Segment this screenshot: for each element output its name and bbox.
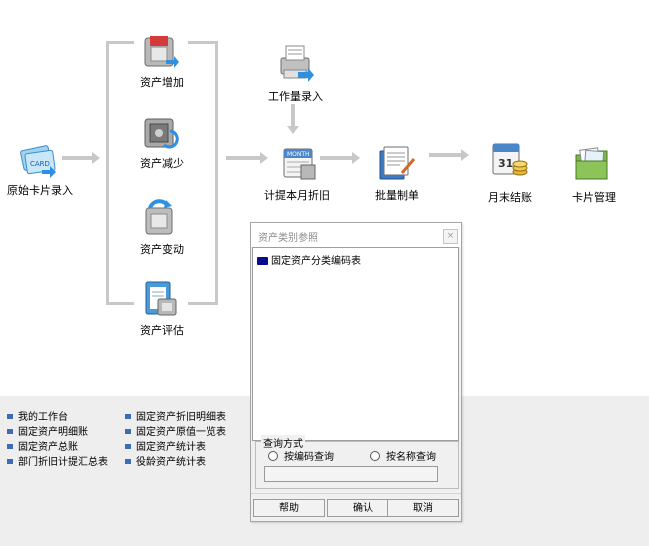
report-link-label: 固定资产明细账 bbox=[18, 427, 88, 438]
calendar-month-icon: MONTH bbox=[283, 148, 316, 180]
depreciation-icon[interactable]: MONTH bbox=[279, 143, 319, 183]
asset-change-icon[interactable] bbox=[140, 198, 180, 238]
card-manage-icon[interactable] bbox=[573, 143, 613, 183]
report-link-label: 固定资产总账 bbox=[18, 442, 78, 453]
safe-change-icon bbox=[145, 199, 173, 235]
svg-text:31: 31 bbox=[498, 157, 513, 170]
cancel-button[interactable]: 取消 bbox=[387, 499, 459, 517]
card-stack-icon: CARD bbox=[20, 145, 56, 178]
help-button[interactable]: 帮助 bbox=[253, 499, 325, 517]
radio-circle-icon bbox=[268, 451, 278, 461]
radio-query-by-code[interactable]: 按编码查询 bbox=[268, 448, 334, 463]
radio-label: 按编码查询 bbox=[284, 452, 334, 463]
report-link-label: 固定资产原值一览表 bbox=[136, 427, 226, 438]
report-link-original-value-list[interactable]: 固定资产原值一览表 bbox=[125, 423, 226, 438]
bracket-right-vertical bbox=[215, 41, 218, 305]
report-link-service-age-statistics[interactable]: 役龄资产统计表 bbox=[125, 453, 206, 468]
tree-item-asset-category-code-table[interactable]: 固定资产分类编码表 bbox=[257, 252, 361, 267]
safe-add-icon bbox=[144, 36, 179, 68]
month-end-label[interactable]: 月末结账 bbox=[488, 189, 532, 205]
printer-workload-icon bbox=[280, 45, 314, 82]
dialog-title-bar[interactable]: 资产类别参照 × bbox=[251, 223, 461, 247]
svg-text:CARD: CARD bbox=[30, 160, 50, 168]
radio-circle-icon bbox=[370, 451, 380, 461]
workload-entry-label[interactable]: 工作量录入 bbox=[268, 88, 323, 104]
workload-entry-icon[interactable] bbox=[276, 44, 316, 84]
bullet-icon bbox=[7, 444, 13, 449]
arrow-bracket-to-depreciation bbox=[226, 152, 268, 164]
report-link-asset-statistics[interactable]: 固定资产统计表 bbox=[125, 438, 206, 453]
card-entry-label[interactable]: 原始卡片录入 bbox=[7, 182, 73, 198]
report-link-label: 我的工作台 bbox=[18, 412, 68, 423]
arrow-batch-to-monthend bbox=[429, 149, 469, 161]
report-link-label: 部门折旧计提汇总表 bbox=[18, 457, 108, 468]
card-entry-icon[interactable]: CARD bbox=[18, 140, 58, 180]
report-link-label: 役龄资产统计表 bbox=[136, 457, 206, 468]
clipboard-evaluate-icon bbox=[145, 281, 177, 316]
asset-reduce-label[interactable]: 资产减少 bbox=[140, 155, 184, 171]
bullet-icon bbox=[7, 429, 13, 434]
bullet-icon bbox=[125, 429, 131, 434]
arrow-depreciation-to-batch bbox=[320, 152, 360, 164]
report-link-asset-detail-ledger[interactable]: 固定资产明细账 bbox=[7, 423, 88, 438]
report-link-depreciation-detail[interactable]: 固定资产折旧明细表 bbox=[125, 408, 226, 423]
asset-evaluate-label[interactable]: 资产评估 bbox=[140, 322, 184, 338]
bullet-icon bbox=[125, 414, 131, 419]
category-tree[interactable]: 固定资产分类编码表 bbox=[252, 247, 459, 441]
bullet-icon bbox=[7, 459, 13, 464]
dialog-title: 资产类别参照 bbox=[258, 233, 318, 244]
report-link-label: 固定资产统计表 bbox=[136, 442, 206, 453]
safe-reduce-icon bbox=[144, 118, 179, 149]
month-end-icon[interactable]: 31 bbox=[489, 140, 529, 180]
query-input[interactable] bbox=[264, 466, 438, 482]
bullet-icon bbox=[125, 459, 131, 464]
radio-query-by-name[interactable]: 按名称查询 bbox=[370, 448, 436, 463]
arrow-workload-to-depreciation bbox=[287, 104, 299, 134]
report-link-dept-depreciation-summary[interactable]: 部门折旧计提汇总表 bbox=[7, 453, 108, 468]
close-icon[interactable]: × bbox=[443, 229, 458, 244]
asset-category-reference-dialog: 资产类别参照 × 固定资产分类编码表 查询方式 按编码查询 按名称查询 帮助 确… bbox=[250, 222, 462, 522]
bracket-right-bottom bbox=[188, 302, 218, 305]
card-manage-label[interactable]: 卡片管理 bbox=[572, 189, 616, 205]
calendar-coins-icon: 31 bbox=[492, 143, 528, 176]
folder-icon bbox=[257, 257, 268, 265]
folder-cards-icon bbox=[575, 147, 608, 180]
batch-voucher-label[interactable]: 批量制单 bbox=[375, 187, 419, 203]
radio-label: 按名称查询 bbox=[386, 452, 436, 463]
arrow-card-to-bracket bbox=[62, 152, 100, 164]
tree-item-label: 固定资产分类编码表 bbox=[271, 256, 361, 267]
report-link-asset-general-ledger[interactable]: 固定资产总账 bbox=[7, 438, 78, 453]
asset-add-icon[interactable] bbox=[140, 32, 180, 72]
report-link-label: 固定资产折旧明细表 bbox=[136, 412, 226, 423]
query-method-group: 查询方式 按编码查询 按名称查询 bbox=[255, 435, 459, 489]
depreciation-label[interactable]: 计提本月折旧 bbox=[264, 187, 330, 203]
asset-change-label[interactable]: 资产变动 bbox=[140, 241, 184, 257]
bracket-right-top bbox=[188, 41, 218, 44]
asset-add-label[interactable]: 资产增加 bbox=[140, 74, 184, 90]
bullet-icon bbox=[125, 444, 131, 449]
bracket-left-top bbox=[106, 41, 134, 44]
asset-reduce-icon[interactable] bbox=[140, 113, 180, 153]
bracket-left-vertical bbox=[106, 41, 109, 305]
documents-pen-icon bbox=[379, 146, 416, 180]
bullet-icon bbox=[7, 414, 13, 419]
report-link-workbench[interactable]: 我的工作台 bbox=[7, 408, 68, 423]
dialog-separator bbox=[251, 493, 461, 494]
svg-text:MONTH: MONTH bbox=[287, 151, 310, 158]
asset-evaluate-icon[interactable] bbox=[140, 279, 180, 319]
bracket-left-bottom bbox=[106, 302, 134, 305]
batch-voucher-icon[interactable] bbox=[376, 143, 416, 183]
